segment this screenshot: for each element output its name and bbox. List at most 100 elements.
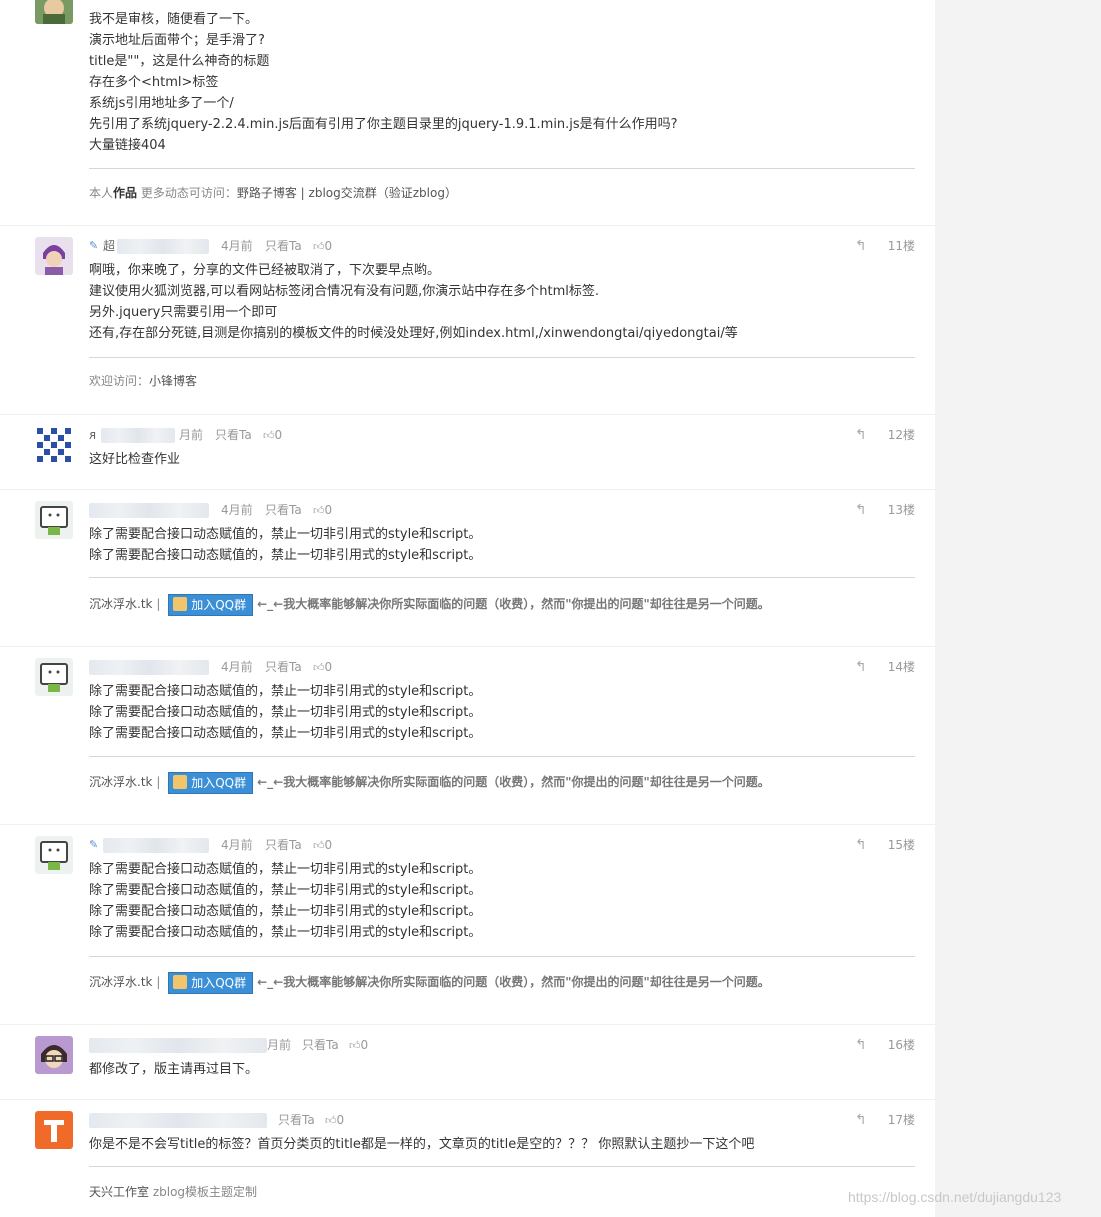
like-button[interactable]: 👍︎0 — [325, 1110, 344, 1131]
reply-icon[interactable]: ↰ — [855, 1110, 867, 1130]
like-button[interactable]: 👍︎0 — [349, 1035, 368, 1056]
author-name-blurred — [103, 838, 209, 853]
like-button[interactable]: 👍︎0 — [313, 657, 332, 678]
thumbs-up-icon: 👍︎ — [313, 661, 325, 674]
like-button[interactable]: 👍︎0 — [313, 236, 332, 257]
comment-separator — [0, 414, 935, 415]
like-button[interactable]: 👍︎0 — [313, 500, 332, 521]
comment-line: 系统js引用地址多了一个/ — [89, 96, 234, 111]
only-ta-link[interactable]: 只看Ta — [265, 657, 302, 677]
only-ta-link[interactable]: 只看Ta — [265, 236, 302, 256]
author-name-blurred — [101, 428, 175, 443]
sig-links[interactable]: 野路子博客 | zblog交流群（验证zblog） — [237, 186, 457, 200]
avatar[interactable] — [35, 0, 73, 24]
avatar-image — [35, 658, 73, 696]
join-qq-group-button[interactable]: 加入QQ群 — [168, 772, 254, 794]
qq-group-icon — [173, 775, 188, 789]
sig-links[interactable]: 小锋博客 — [149, 374, 197, 388]
author-name-blurred — [89, 503, 209, 518]
avatar[interactable] — [35, 658, 73, 696]
join-qq-group-button[interactable]: 加入QQ群 — [168, 972, 254, 994]
thumbs-up-icon: 👍︎ — [313, 839, 325, 852]
comment-line: 我不是审核，随便看了一下。 — [89, 12, 259, 27]
reply-icon[interactable]: ↰ — [855, 500, 867, 520]
only-ta-link[interactable]: 只看Ta — [265, 835, 302, 855]
comment-meta: ᴙ 月前 只看Ta 👍︎0 ↰ 12楼 — [89, 425, 915, 445]
only-ta-link[interactable]: 只看Ta — [265, 500, 302, 520]
like-button[interactable]: 👍︎0 — [313, 835, 332, 856]
like-button[interactable]: 👍︎0 — [263, 425, 282, 446]
comment-line: 除了需要配合接口动态赋值的，禁止一切非引用式的style和script。 — [89, 684, 482, 699]
sig-site-link[interactable]: 沉冰浮水.tk — [89, 775, 152, 789]
comment-body: 啊哦，你来晚了，分享的文件已经被取消了，下次要早点哟。 建议使用火狐浏览器,可以… — [89, 260, 738, 344]
comment-separator — [0, 225, 935, 226]
floor-number: 17楼 — [887, 1113, 915, 1127]
reply-icon[interactable]: ↰ — [855, 1035, 867, 1055]
only-ta-link[interactable]: 只看Ta — [215, 425, 252, 445]
comment-line: 大量链接404 — [89, 138, 166, 153]
reply-icon[interactable]: ↰ — [855, 236, 867, 256]
comment-time: 4月前 — [221, 660, 253, 674]
floor-number: 14楼 — [887, 660, 915, 674]
comment-line: 除了需要配合接口动态赋值的，禁止一切非引用式的style和script。 — [89, 862, 482, 877]
sig-tagline: ←_←我大概率能够解决你所实际面临的问题（收费），然而"你提出的问题"却往往是另… — [257, 597, 770, 611]
comment-line: 啊哦，你来晚了，分享的文件已经被取消了，下次要早点哟。 — [89, 263, 441, 278]
comment-meta: 4月前 只看Ta 👍︎0 ↰ 14楼 — [89, 657, 915, 677]
sig-tagline: ←_←我大概率能够解决你所实际面临的问题（收费），然而"你提出的问题"却往往是另… — [257, 975, 770, 989]
comment-line: 除了需要配合接口动态赋值的，禁止一切非引用式的style和script。 — [89, 527, 482, 542]
only-ta-link[interactable]: 只看Ta — [302, 1035, 339, 1055]
reply-icon[interactable]: ↰ — [855, 835, 867, 855]
comment-body: 我不是审核，随便看了一下。 演示地址后面带个；是手滑了? title是""，这是… — [89, 9, 678, 156]
signature-divider — [89, 168, 915, 169]
like-count: 0 — [324, 838, 333, 852]
author-name-blurred — [117, 239, 209, 254]
qq-group-icon — [173, 597, 188, 611]
qq-button-label: 加入QQ群 — [191, 598, 247, 612]
comment-line: 这好比检查作业 — [89, 452, 181, 467]
sig-links[interactable]: zblog模板主题定制 — [149, 1185, 257, 1199]
reply-icon[interactable]: ↰ — [855, 425, 867, 445]
comment-line: 除了需要配合接口动态赋值的，禁止一切非引用式的style和script。 — [89, 904, 482, 919]
comment-line: 除了需要配合接口动态赋值的，禁止一切非引用式的style和script。 — [89, 883, 482, 898]
avatar[interactable] — [35, 1111, 73, 1149]
sig-site-link[interactable]: 天兴工作室 — [89, 1185, 149, 1199]
avatar[interactable] — [35, 1036, 73, 1074]
comment-separator — [0, 489, 935, 490]
author-name-blurred — [89, 660, 209, 675]
sig-site-link[interactable]: 沉冰浮水.tk — [89, 597, 152, 611]
comment-meta: ✎ 4月前 只看Ta 👍︎0 ↰ 15楼 — [89, 835, 915, 855]
floor-number: 15楼 — [887, 838, 915, 852]
comment-time: 4月前 — [221, 239, 253, 253]
avatar[interactable] — [35, 836, 73, 874]
sig-tagline: ←_←我大概率能够解决你所实际面临的问题（收费），然而"你提出的问题"却往往是另… — [257, 775, 770, 789]
comment-meta: 月前 只看Ta 👍︎0 ↰ 16楼 — [89, 1035, 915, 1055]
author-name[interactable]: 超 — [103, 236, 115, 256]
thumbs-up-icon: 👍︎ — [313, 504, 325, 517]
user-signature: 本人作品 更多动态可访问：野路子博客 | zblog交流群（验证zblog） — [89, 183, 457, 203]
pencil-icon: ✎ — [89, 239, 99, 252]
avatar[interactable] — [35, 501, 73, 539]
comment-meta: 只看Ta 👍︎0 ↰ 17楼 — [89, 1110, 915, 1130]
avatar[interactable] — [35, 426, 73, 464]
signature-divider — [89, 357, 915, 358]
avatar[interactable] — [35, 237, 73, 275]
comment-body: 你是不是不会写title的标签？首页分类页的title都是一样的，文章页的tit… — [89, 1134, 754, 1155]
comment-line: 存在多个<html>标签 — [89, 75, 219, 90]
thumbs-up-icon: 👍︎ — [263, 429, 275, 442]
only-ta-link[interactable]: 只看Ta — [278, 1110, 315, 1130]
avatar-image — [35, 501, 73, 539]
user-signature: 欢迎访问：小锋博客 — [89, 371, 197, 391]
avatar-image — [35, 836, 73, 874]
comment-line: 还有,存在部分死链,目测是你搞别的模板文件的时候没处理好,例如index.htm… — [89, 326, 738, 341]
reply-icon[interactable]: ↰ — [855, 657, 867, 677]
user-signature: 沉冰浮水.tk | 加入QQ群 ←_←我大概率能够解决你所实际面临的问题（收费），… — [89, 972, 770, 994]
qq-group-icon — [173, 975, 188, 989]
user-signature: 沉冰浮水.tk | 加入QQ群 ←_←我大概率能够解决你所实际面临的问题（收费），… — [89, 594, 770, 616]
comment-separator — [0, 1099, 935, 1100]
join-qq-group-button[interactable]: 加入QQ群 — [168, 594, 254, 616]
like-count: 0 — [324, 503, 333, 517]
sig-site-link[interactable]: 沉冰浮水.tk — [89, 975, 152, 989]
floor-number: 11楼 — [887, 239, 915, 253]
floor-number: 16楼 — [887, 1038, 915, 1052]
comment-line: 演示地址后面带个；是手滑了? — [89, 33, 265, 48]
